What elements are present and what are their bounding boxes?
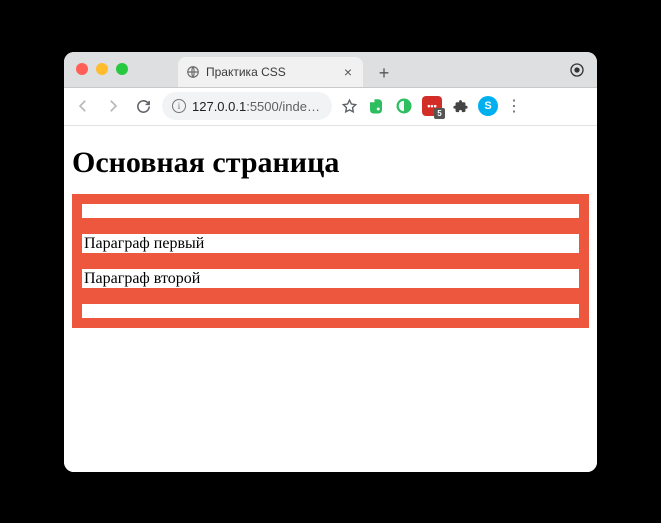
new-tab-button[interactable]: + [371,61,397,87]
address-bar[interactable]: i 127.0.0.1:5500/index.h… [162,92,332,120]
browser-window: Практика CSS × + i 127.0.0.1:5500/index.… [64,52,597,472]
paragraph-2: Параграф второй [82,269,579,288]
site-info-icon[interactable]: i [172,99,186,113]
extension-skype-icon[interactable]: S [478,96,498,116]
maximize-window-button[interactable] [116,63,128,75]
reload-button[interactable] [132,95,154,117]
tab-active[interactable]: Практика CSS × [178,57,363,87]
extension-badge: 5 [434,108,445,119]
forward-button[interactable] [102,95,124,117]
minimize-window-button[interactable] [96,63,108,75]
page-viewport: Основная страница Параграф первый Парагр… [64,126,597,472]
close-window-button[interactable] [76,63,88,75]
tab-close-icon[interactable]: × [341,64,355,80]
globe-icon [186,65,200,79]
blank-line-bottom [82,304,579,318]
tab-title: Практика CSS [206,65,335,79]
titlebar: Практика CSS × + [64,52,597,88]
extensions-menu-icon[interactable] [450,96,470,116]
back-button[interactable] [72,95,94,117]
blank-line-top [82,204,579,218]
toolbar: i 127.0.0.1:5500/index.h… ••• 5 S ⋮ [64,88,597,126]
tab-strip: Практика CSS × + [178,52,397,87]
page-body: Основная страница Параграф первый Парагр… [64,126,597,336]
bookmark-star-icon[interactable] [340,97,358,115]
url-path: :5500/index.h… [246,99,322,114]
url-host: 127.0.0.1 [192,99,246,114]
extension-adblock-icon[interactable] [394,96,414,116]
extension-evernote-icon[interactable] [366,96,386,116]
window-controls [64,63,128,75]
account-icon[interactable] [569,62,585,78]
kebab-menu-icon[interactable]: ⋮ [506,96,522,116]
url-text: 127.0.0.1:5500/index.h… [192,99,322,114]
paragraph-1: Параграф первый [82,234,579,253]
extension-lastpass-icon[interactable]: ••• 5 [422,96,442,116]
page-heading: Основная страница [72,146,589,180]
content-box: Параграф первый Параграф второй [72,194,589,328]
